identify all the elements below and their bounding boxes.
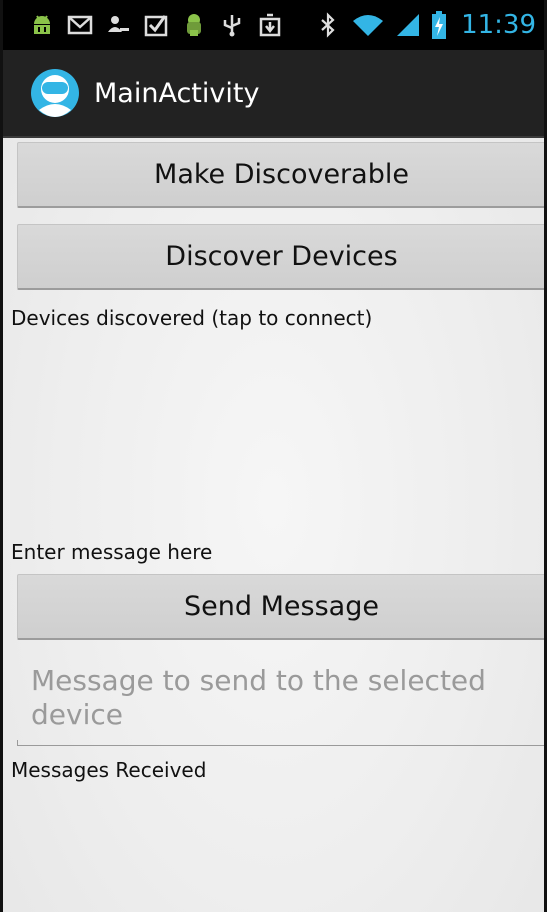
- signal-icon: [395, 12, 421, 38]
- download-icon: [257, 12, 283, 38]
- action-bar: MainActivity: [3, 50, 544, 138]
- usb-icon: [219, 12, 245, 38]
- gmail-icon: [67, 12, 93, 38]
- message-input-underline: [17, 740, 544, 746]
- devices-list[interactable]: [11, 334, 542, 534]
- checkbox-task-icon: [143, 12, 169, 38]
- messages-received-label: Messages Received: [11, 758, 207, 782]
- status-bar: 11:39: [3, 0, 544, 50]
- wifi-icon: [351, 12, 385, 38]
- enter-message-label: Enter message here: [11, 540, 213, 564]
- discover-devices-button[interactable]: Discover Devices: [17, 224, 544, 290]
- android-icon: [181, 12, 207, 38]
- make-discoverable-button[interactable]: Make Discoverable: [17, 142, 544, 208]
- user-sync-icon: [105, 12, 131, 38]
- system-icons: 11:39: [315, 0, 536, 50]
- send-message-button[interactable]: Send Message: [17, 574, 544, 640]
- android-debug-icon: [29, 12, 55, 38]
- app-screen: 11:39 MainActivity Make Discoverable Dis…: [0, 0, 547, 912]
- clock: 11:39: [461, 10, 536, 40]
- app-title: MainActivity: [94, 77, 260, 109]
- devices-discovered-label: Devices discovered (tap to connect): [11, 306, 373, 330]
- battery-charging-icon: [431, 11, 447, 39]
- bluetooth-icon: [315, 12, 341, 38]
- app-icon[interactable]: [30, 68, 80, 118]
- message-input[interactable]: Message to send to the selected device: [17, 656, 544, 744]
- messages-received-list[interactable]: [11, 786, 542, 912]
- notification-icons: [3, 12, 283, 38]
